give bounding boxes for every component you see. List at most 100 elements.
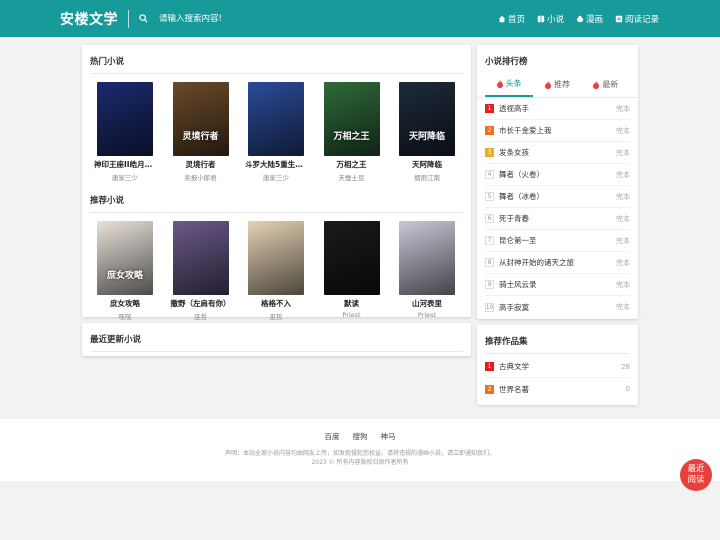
- ranking-book-name[interactable]: 高手寂寞: [499, 302, 616, 313]
- book-title[interactable]: 格格不入: [245, 298, 307, 309]
- nav-label: 阅读记录: [624, 14, 659, 25]
- book-item[interactable]: 神印王座II皓月当空 唐家三少: [94, 82, 156, 182]
- book-title[interactable]: 神印王座II皓月当空: [94, 159, 156, 170]
- ranking-tab[interactable]: 最新: [582, 75, 630, 97]
- ranking-book-name[interactable]: 发条女孩: [499, 147, 616, 158]
- ranking-status: 完本: [616, 280, 630, 289]
- ranking-item[interactable]: 7 昆仑第一圣 完本: [485, 230, 630, 252]
- collection-item[interactable]: 1 古典文学 28: [485, 356, 630, 378]
- book-author: 巫哲: [194, 313, 207, 321]
- book-item[interactable]: 万相之王 万相之王 天蚕土豆: [321, 82, 383, 182]
- ranking-item[interactable]: 9 骑士风云录 完本: [485, 274, 630, 296]
- footer-link[interactable]: 神马: [381, 431, 396, 442]
- flame-icon: [496, 79, 503, 88]
- nav-history[interactable]: 阅读记录: [615, 13, 659, 25]
- ranking-item[interactable]: 3 发条女孩 完本: [485, 142, 630, 164]
- ranking-item[interactable]: 2 市长千金爱上我 完本: [485, 120, 630, 142]
- book-cover[interactable]: [248, 221, 304, 295]
- cover-title-text: 万相之王: [333, 132, 370, 142]
- rank-number: 2: [485, 126, 494, 135]
- collection-name[interactable]: 古典文学: [499, 361, 621, 372]
- collection-name[interactable]: 世界名著: [499, 384, 626, 395]
- rank-number: 10: [485, 302, 494, 312]
- ranking-tab[interactable]: 头条: [485, 75, 534, 97]
- book-cover[interactable]: 天阿降临: [399, 82, 455, 156]
- recent-reading-button[interactable]: 最近 阅读: [680, 459, 712, 491]
- book-cover[interactable]: [248, 82, 304, 156]
- book-item[interactable]: 灵境行者 灵境行者 卖报小郎君: [170, 82, 232, 182]
- book-cover[interactable]: [323, 221, 380, 295]
- nav-home[interactable]: 首页: [498, 13, 525, 25]
- book-title[interactable]: 万相之王: [321, 159, 383, 170]
- nav-novel[interactable]: 小说: [537, 13, 564, 25]
- ranking-item[interactable]: 4 舞者（火卷） 完本: [485, 164, 630, 186]
- flame-icon: [544, 80, 551, 89]
- site-logo[interactable]: 安楼文学: [60, 9, 118, 29]
- ranking-book-name[interactable]: 市长千金爱上我: [499, 125, 616, 136]
- ranking-card: 小说排行榜 头条 推荐 最新 1 透视高手 完本 2 市长千金爱上我 完本 3 发条女孩 完本 4 舞者…: [477, 45, 638, 319]
- latest-update-card: 最近更新小说: [82, 323, 471, 356]
- rank-number: 5: [485, 192, 494, 201]
- book-title[interactable]: 斗罗大陆5重生唐三: [245, 159, 307, 170]
- flame-icon: [593, 80, 600, 89]
- collection-item[interactable]: 2 世界名著 0: [485, 378, 630, 400]
- rank-number: 6: [485, 214, 494, 223]
- rank-number: 2: [485, 384, 494, 394]
- book-cover[interactable]: [172, 221, 229, 295]
- book-cover[interactable]: 灵境行者: [172, 82, 229, 156]
- nav-comic[interactable]: 漫画: [576, 13, 603, 25]
- ranking-tab-label: 最新: [602, 80, 619, 89]
- ranking-book-name[interactable]: 昆仑第一圣: [499, 235, 616, 246]
- nav-label: 漫画: [585, 14, 603, 25]
- book-item[interactable]: 默读 Priest: [321, 221, 383, 321]
- book-author: 吱吱: [118, 313, 132, 321]
- book-title[interactable]: 天阿降临: [396, 159, 458, 170]
- book-item[interactable]: 格格不入 巫哲: [245, 221, 307, 321]
- ranking-item[interactable]: 10 高手寂寞 完本: [485, 296, 630, 318]
- footer-link[interactable]: 搜狗: [353, 431, 368, 442]
- book-item[interactable]: 山河表里 Priest: [396, 221, 458, 321]
- footer-link[interactable]: 百度: [325, 431, 340, 442]
- ranking-item[interactable]: 5 舞者（冰卷） 完本: [485, 186, 630, 208]
- book-title[interactable]: 撒野（左肩有你）: [170, 298, 232, 309]
- book-item[interactable]: 天阿降临 天阿降临 烟雨江南: [396, 82, 458, 182]
- book-author: 唐家三少: [263, 174, 289, 182]
- ranking-tab[interactable]: 推荐: [533, 75, 581, 97]
- cover-title-text: 灵境行者: [182, 132, 219, 142]
- book-cover[interactable]: [97, 82, 153, 156]
- ranking-book-name[interactable]: 骑士风云录: [499, 279, 616, 290]
- recommend-section-title: 推荐小说: [90, 196, 125, 206]
- book-author: Priest: [417, 311, 437, 319]
- ranking-book-name[interactable]: 透视高手: [499, 103, 616, 114]
- search-input[interactable]: [159, 13, 359, 24]
- ranking-book-name[interactable]: 舞者（冰卷）: [499, 191, 616, 202]
- ranking-list: 1 透视高手 完本 2 市长千金爱上我完本 3 发条女孩完本 4 舞者（火卷） 完本 5 舞者（冰卷）…: [477, 98, 638, 322]
- book-title[interactable]: 灵境行者: [170, 159, 232, 170]
- book-cover[interactable]: [399, 221, 455, 295]
- rank-number: 9: [485, 280, 494, 289]
- ranking-book-name[interactable]: 从封神开始的诸天之旅: [499, 257, 616, 268]
- book-item[interactable]: 撒野（左肩有你） 巫哲: [170, 221, 232, 321]
- book-title[interactable]: 庶女攻略: [94, 298, 156, 309]
- book-item[interactable]: 庶女攻略 庶女攻略 吱吱: [94, 221, 156, 321]
- ranking-book-name[interactable]: 舞者（火卷）: [499, 169, 616, 180]
- ranking-item[interactable]: 1 透视高手 完本: [485, 98, 630, 120]
- rank-number: 7: [485, 236, 494, 245]
- rank-number: 3: [485, 148, 494, 157]
- hot-book-row: 神印王座II皓月当空 唐家三少 灵境行者 灵境行者 卖报小郎君 斗罗大陆5重生唐三 唐家三少…: [82, 74, 471, 182]
- book-title[interactable]: 山河表里: [396, 298, 458, 309]
- search-icon[interactable]: [137, 13, 149, 25]
- footer-links: 百度 搜狗 神马: [0, 431, 720, 442]
- ranking-book-name[interactable]: 死于青春: [499, 213, 616, 224]
- ranking-item[interactable]: 8 从封神开始的诸天之旅 完本: [485, 252, 630, 274]
- book-item[interactable]: 斗罗大陆5重生唐三 唐家三少: [245, 82, 307, 182]
- ranking-status: 完本: [616, 258, 630, 267]
- top-header: 安楼文学 首页 小说 漫画 阅读记录: [0, 0, 720, 37]
- ranking-item[interactable]: 6 死于青春 完本: [485, 208, 630, 230]
- book-title[interactable]: 默读: [321, 298, 383, 309]
- book-cover[interactable]: 万相之王: [323, 82, 380, 156]
- collections-card: 推荐作品集 1 古典文学 28 2 世界名著 0: [477, 325, 638, 405]
- hot-recommend-card: 热门小说 神印王座II皓月当空 唐家三少 灵境行者 灵境行者 卖报小郎君 斗罗大陆5重生唐…: [82, 45, 471, 321]
- book-cover[interactable]: 庶女攻略: [97, 221, 153, 295]
- comic-icon: [576, 15, 584, 22]
